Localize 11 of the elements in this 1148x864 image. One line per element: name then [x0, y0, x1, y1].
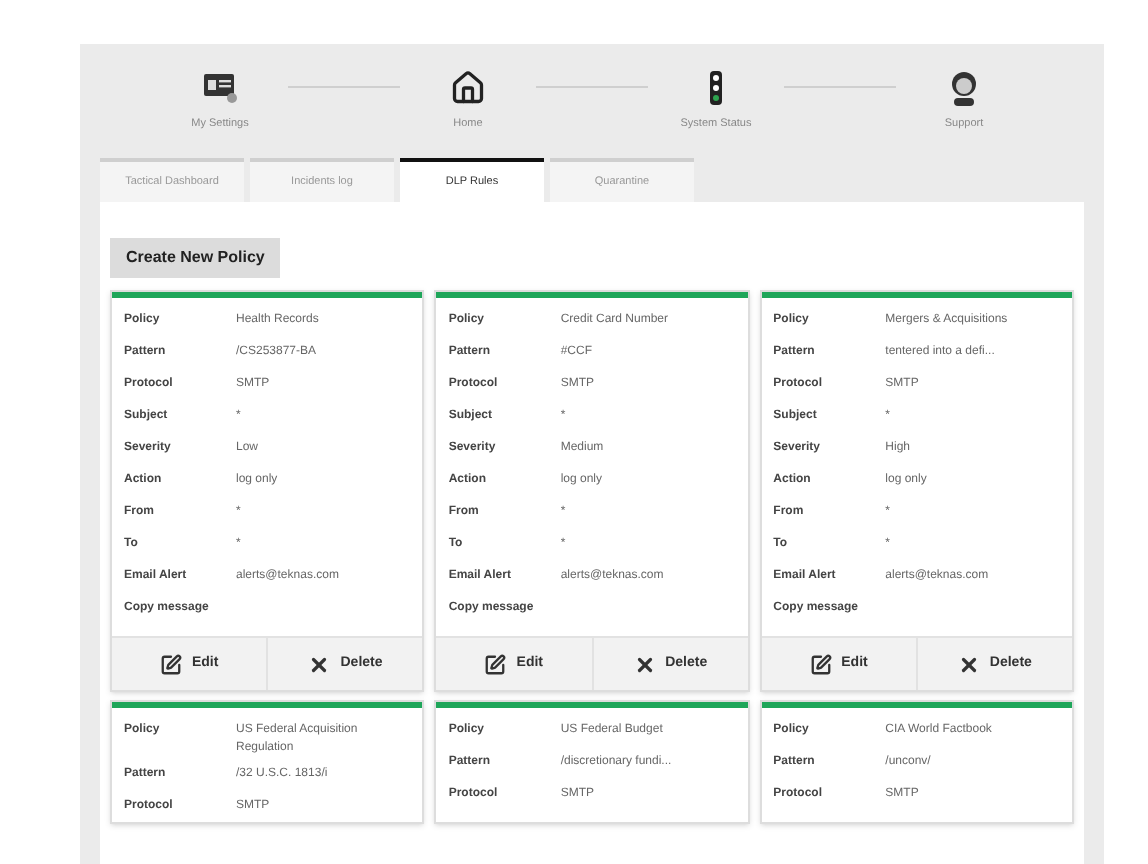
close-icon [957, 653, 980, 676]
close-icon [633, 653, 656, 676]
edit-icon [809, 653, 832, 676]
create-policy-button[interactable]: Create New Policy [110, 238, 281, 279]
home-icon [450, 70, 486, 106]
edit-icon [159, 653, 182, 676]
traffic-light-icon [706, 70, 726, 106]
person-icon [950, 70, 978, 106]
id-card-icon [202, 72, 238, 104]
edit-icon [484, 653, 507, 676]
close-icon [308, 653, 331, 676]
